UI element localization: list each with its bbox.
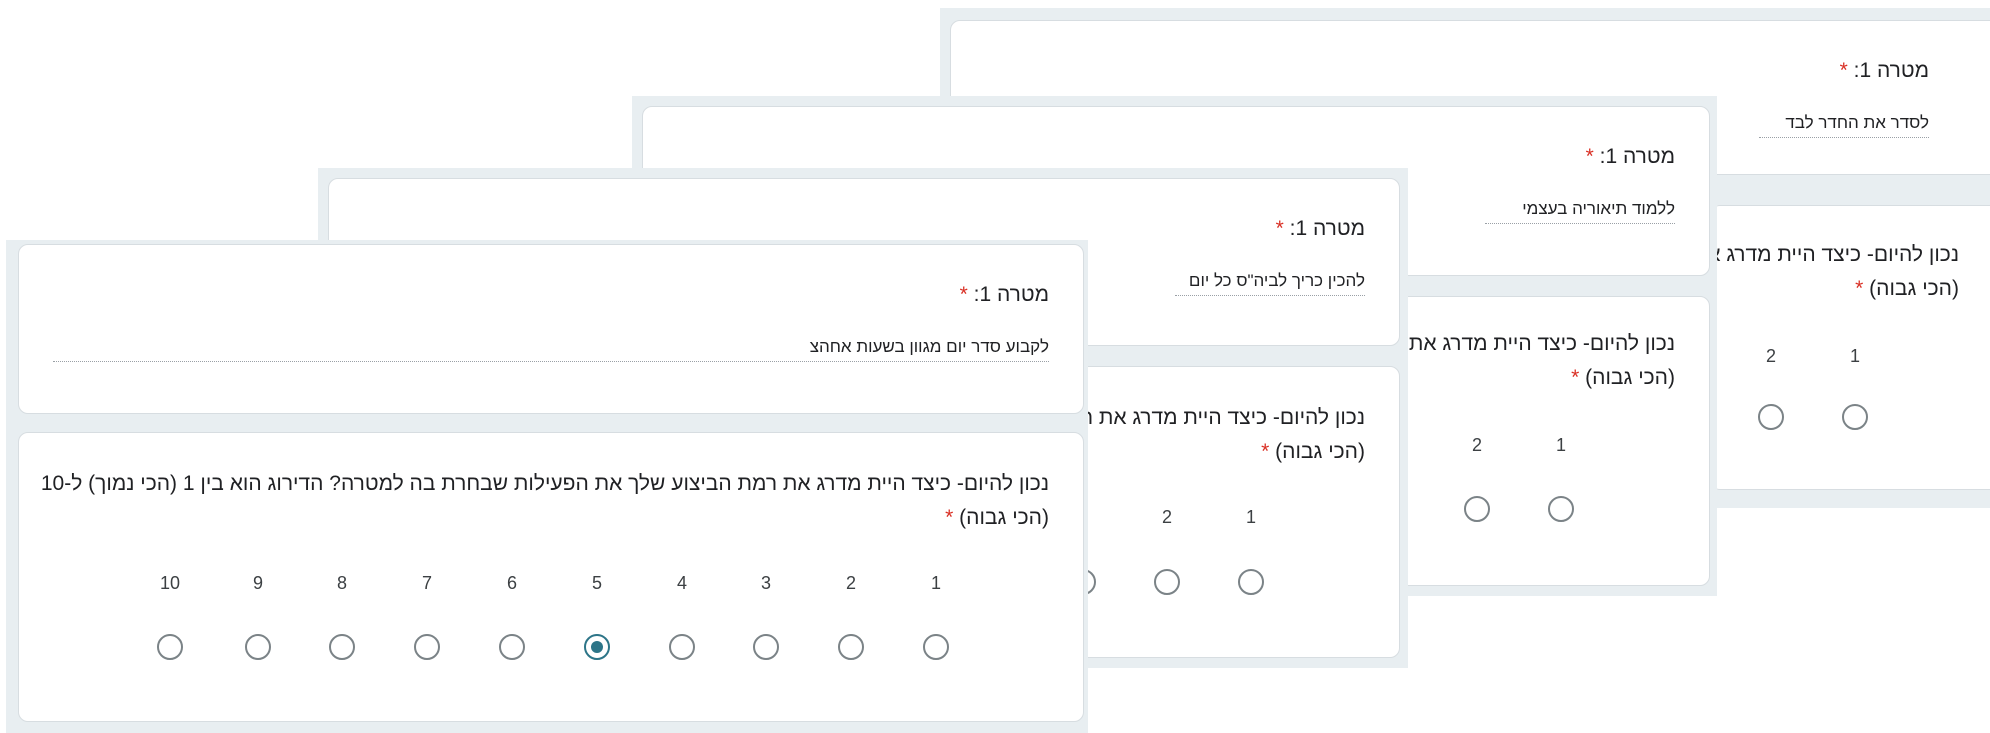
question-card-1b: נכון להיום- כיצד היית מדרג א (הכי גבוה) … — [1710, 205, 1990, 490]
goal-title-4: מטרה 1: * — [960, 279, 1049, 311]
scale-label: 2 — [1471, 435, 1482, 455]
scale-label: 5 — [591, 573, 602, 593]
scale-radio-10[interactable] — [157, 634, 183, 660]
question-line2: (הכי גבוה) — [1585, 366, 1675, 389]
required-star: * — [1275, 217, 1284, 240]
question-card-4: נכון להיום- כיצד היית מדרג את רמת הביצוע… — [18, 432, 1084, 722]
required-star: * — [1571, 366, 1580, 389]
question-line1: נכון להיום- כיצד היית מדרג את — [1408, 332, 1675, 355]
scale-label: 1 — [1555, 435, 1566, 455]
scale-label: 2 — [1765, 346, 1776, 366]
goal-answer-input-2[interactable]: ללמוד תיאוריה בעצמי — [1485, 199, 1675, 224]
goal-label: מטרה 1: — [1853, 59, 1929, 82]
goal-title-2: מטרה 1: * — [1586, 141, 1675, 173]
question-text-1: נכון להיום- כיצד היית מדרג א (הכי גבוה) … — [1710, 238, 1959, 306]
question-text-2: נכון להיום- כיצד היית מדרג את (הכי גבוה)… — [1409, 327, 1675, 395]
scale-label: 1 — [930, 573, 941, 593]
required-star: * — [1261, 440, 1270, 463]
scale-label: 1 — [1245, 507, 1256, 527]
scale-radio-3[interactable] — [753, 634, 779, 660]
scale-radio-2[interactable] — [1154, 569, 1180, 595]
scale-label: 6 — [506, 573, 517, 593]
scale-radio-2[interactable] — [1758, 404, 1784, 430]
question-text-4: נכון להיום- כיצד היית מדרג את רמת הביצוע… — [41, 467, 1049, 535]
scale-radio-6[interactable] — [499, 634, 525, 660]
scale-radio-2[interactable] — [838, 634, 864, 660]
question-line1: נכון להיום- כיצד היית מדרג א — [1710, 243, 1959, 266]
goal-label: מטרה 1: — [973, 283, 1049, 306]
scale-label: 2 — [845, 573, 856, 593]
question-line2: (הכי גבוה) — [959, 506, 1049, 529]
goal-title-1: מטרה 1: * — [1840, 55, 1929, 87]
goal-card-4: מטרה 1: * לקבוע סדר יום מגוון בשעות אחהצ — [18, 244, 1084, 414]
question-line1: נכון להיום- כיצד היית מדרג את רמת הביצוע… — [40, 472, 1049, 495]
goal-answer-input-1[interactable]: לסדר את החדר לבד — [1759, 113, 1929, 138]
scale-radio-1[interactable] — [1238, 569, 1264, 595]
goal-label: מטרה 1: — [1289, 217, 1365, 240]
goal-answer-input-4[interactable]: לקבוע סדר יום מגוון בשעות אחהצ — [53, 337, 1049, 362]
scale-label: 9 — [252, 573, 263, 593]
scale-radio-1[interactable] — [923, 634, 949, 660]
scale-label: 4 — [676, 573, 687, 593]
required-star: * — [945, 506, 954, 529]
scale-label: 7 — [421, 573, 432, 593]
goal-label: מטרה 1: — [1599, 145, 1675, 168]
scale-label: 10 — [159, 573, 181, 593]
required-star: * — [1855, 277, 1864, 300]
scale-radio-9[interactable] — [245, 634, 271, 660]
question-line2: (הכי גבוה) — [1275, 440, 1365, 463]
required-star: * — [1585, 145, 1594, 168]
scale-label: 3 — [760, 573, 771, 593]
required-star: * — [959, 283, 968, 306]
scale-radio-1[interactable] — [1548, 496, 1574, 522]
scale-radio-7[interactable] — [414, 634, 440, 660]
goal-title-3: מטרה 1: * — [1276, 213, 1365, 245]
question-line2: (הכי גבוה) — [1869, 277, 1959, 300]
scale-label: 2 — [1161, 507, 1172, 527]
scale-radio-8[interactable] — [329, 634, 355, 660]
goal-answer-input-3[interactable]: להכין כריך לביה"ס כל יום — [1175, 271, 1365, 296]
scale-radio-5-selected[interactable] — [584, 634, 610, 660]
scale-radio-1[interactable] — [1842, 404, 1868, 430]
scale-label: 1 — [1849, 346, 1860, 366]
question-line1: נכון להיום- כיצד היית מדרג את ר — [1081, 406, 1365, 429]
scale-label: 8 — [336, 573, 347, 593]
question-text-3: נכון להיום- כיצד היית מדרג את ר (הכי גבו… — [1082, 401, 1365, 469]
required-star: * — [1839, 59, 1848, 82]
scale-radio-4[interactable] — [669, 634, 695, 660]
scale-radio-2[interactable] — [1464, 496, 1490, 522]
